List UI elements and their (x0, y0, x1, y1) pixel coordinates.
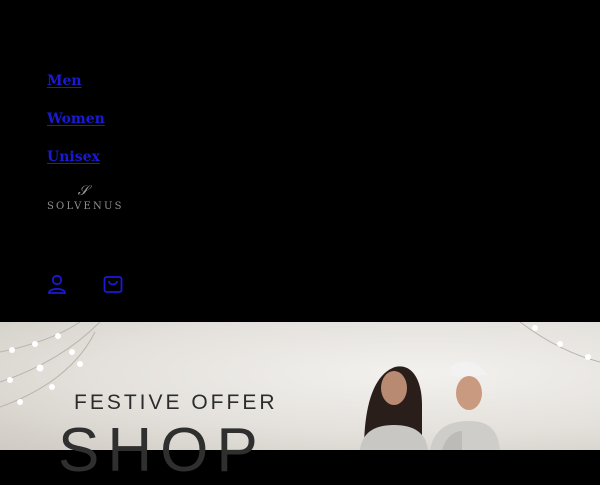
banner-headline: FESTIVE OFFER (74, 391, 278, 414)
banner-models-image (360, 362, 500, 450)
nav-link-women[interactable]: Women (47, 108, 105, 146)
cart-icon[interactable] (102, 273, 124, 295)
main-nav: Men Women Unisex (47, 70, 105, 184)
site-header: Men Women Unisex 𝒮 SOLVENUS (0, 0, 600, 322)
brand-logo[interactable]: 𝒮 SOLVENUS (47, 182, 124, 214)
header-icons (46, 273, 124, 295)
banner-big-text: SHOP (58, 416, 266, 485)
account-icon[interactable] (46, 273, 68, 295)
nav-link-unisex[interactable]: Unisex (47, 146, 105, 184)
logo-wordmark: SOLVENUS (47, 201, 124, 212)
logo-mark: 𝒮 (77, 183, 89, 199)
nav-link-men[interactable]: Men (47, 70, 105, 108)
